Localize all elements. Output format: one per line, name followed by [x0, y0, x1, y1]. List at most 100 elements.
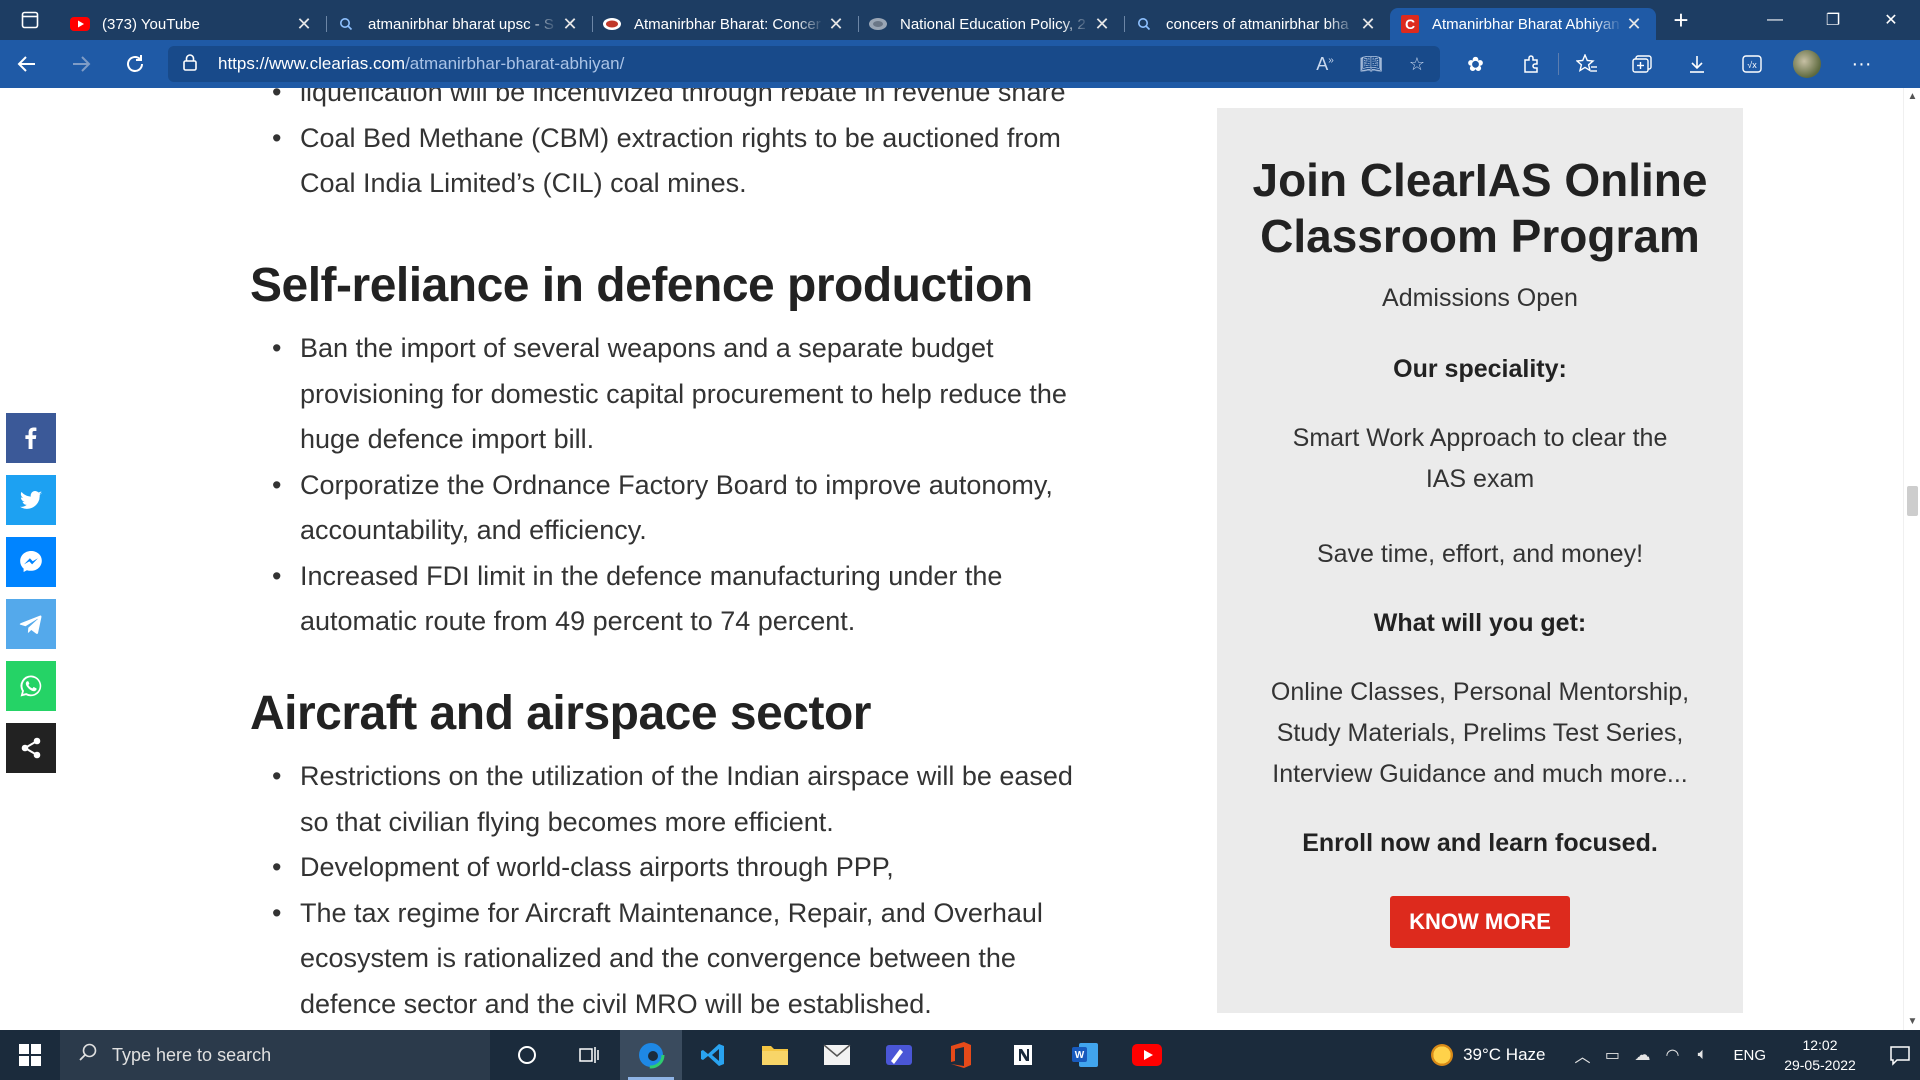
tab-actions-icon — [21, 11, 39, 29]
whiteboard-app[interactable] — [868, 1030, 930, 1080]
minimize-icon[interactable]: — — [1746, 0, 1804, 40]
url-host: https://www.clearias.com — [218, 54, 406, 73]
browser-tab-active[interactable]: C Atmanirbhar Bharat Abhiyan ✕ — [1390, 8, 1656, 40]
site-icon — [868, 14, 888, 34]
new-tab-button[interactable]: + — [1656, 0, 1706, 40]
share-icon — [21, 737, 41, 759]
browser-tab[interactable]: National Education Policy, 2 ✕ — [858, 8, 1124, 40]
language-indicator[interactable]: ENG — [1733, 1047, 1766, 1064]
wifi-icon[interactable]: ◠ — [1659, 1045, 1685, 1065]
tab-close-icon[interactable]: ✕ — [824, 14, 848, 35]
vscode-icon — [701, 1044, 724, 1066]
file-explorer-app[interactable] — [744, 1030, 806, 1080]
start-button[interactable] — [0, 1030, 60, 1080]
edge-app[interactable] — [620, 1030, 682, 1080]
task-view-icon — [579, 1047, 599, 1063]
youtube-icon — [1132, 1044, 1162, 1066]
taskbar-search-box[interactable]: Type here to search — [60, 1030, 490, 1080]
mail-icon — [823, 1044, 851, 1065]
know-more-button[interactable]: KNOW MORE — [1390, 896, 1570, 948]
speciality-label: Our speciality: — [1393, 355, 1567, 383]
windows-logo-icon — [19, 1044, 41, 1066]
task-view-icon-button[interactable] — [558, 1030, 620, 1080]
extensions-puzzle-icon[interactable] — [1503, 40, 1558, 88]
notion-app[interactable] — [992, 1030, 1054, 1080]
facebook-share-button[interactable] — [6, 413, 56, 463]
twitter-icon — [20, 491, 42, 509]
downloads-icon[interactable] — [1669, 40, 1724, 88]
page-scrollbar[interactable]: ▲ ▼ — [1903, 88, 1920, 1030]
browser-tab[interactable]: concers of atmanirbhar bha ✕ — [1124, 8, 1390, 40]
vscode-app[interactable] — [682, 1030, 744, 1080]
refresh-icon — [127, 55, 143, 72]
close-window-icon[interactable]: ✕ — [1862, 0, 1920, 40]
tab-close-icon[interactable]: ✕ — [292, 14, 316, 35]
read-aloud-icon[interactable]: A» — [1302, 54, 1348, 75]
svg-text:C: C — [1405, 16, 1415, 32]
tab-actions-menu-button[interactable] — [0, 0, 60, 40]
favorites-icon[interactable] — [1559, 40, 1614, 88]
tab-close-icon[interactable]: ✕ — [1090, 14, 1114, 35]
back-button[interactable] — [0, 40, 54, 88]
scrollbar-thumb[interactable] — [1907, 486, 1918, 516]
tab-title: National Education Policy, 2 — [900, 15, 1086, 33]
benefits-text: Online Classes, Personal Mentorship, Stu… — [1270, 678, 1690, 788]
math-solver-icon[interactable]: √x — [1724, 40, 1779, 88]
restore-icon[interactable]: ❐ — [1804, 0, 1862, 40]
scroll-up-icon[interactable]: ▲ — [1904, 88, 1920, 105]
tab-title: atmanirbhar bharat upsc - S — [368, 15, 554, 33]
tab-title: Atmanirbhar Bharat Abhiyan — [1432, 15, 1620, 33]
list-item: Corporatize the Ordnance Factory Board t… — [272, 463, 1080, 554]
promo-subtitle: Admissions Open — [1382, 284, 1578, 312]
article-content: liquefication will be incentivized throu… — [250, 88, 1080, 1027]
tab-close-icon[interactable]: ✕ — [1622, 14, 1646, 35]
scroll-down-icon[interactable]: ▼ — [1904, 1013, 1920, 1030]
forward-button[interactable] — [54, 40, 108, 88]
clock[interactable]: 12:02 29-05-2022 — [1780, 1035, 1860, 1075]
list-item: Ban the import of several weapons and a … — [272, 326, 1080, 463]
list-item: Restrictions on the utilization of the I… — [272, 754, 1080, 845]
tab-close-icon[interactable]: ✕ — [1356, 14, 1380, 35]
svg-text:√x: √x — [1747, 60, 1757, 70]
onedrive-icon[interactable]: ☁ — [1629, 1045, 1655, 1065]
bullet-list: liquefication will be incentivized throu… — [250, 88, 1080, 207]
notification-center-button[interactable] — [1880, 1030, 1920, 1080]
messenger-share-button[interactable] — [6, 537, 56, 587]
whatsapp-share-button[interactable] — [6, 661, 56, 711]
task-view-button[interactable] — [496, 1030, 558, 1080]
volume-icon[interactable]: 🔈︎ — [1689, 1046, 1715, 1064]
add-favorite-icon[interactable]: ☆ — [1394, 54, 1440, 75]
url-path: /atmanirbhar-bharat-abhiyan/ — [405, 54, 625, 73]
weather-widget[interactable]: 39°C Haze — [1431, 1044, 1545, 1066]
telegram-share-button[interactable] — [6, 599, 56, 649]
extension-icon[interactable]: ✿ — [1448, 40, 1503, 88]
profile-button[interactable] — [1779, 40, 1834, 88]
twitter-share-button[interactable] — [6, 475, 56, 525]
refresh-button[interactable] — [108, 40, 162, 88]
immersive-reader-icon[interactable]: 📖︎ — [1348, 54, 1394, 75]
settings-more-icon[interactable]: ··· — [1834, 40, 1889, 88]
browser-tab[interactable]: (373) YouTube ✕ — [60, 8, 326, 40]
youtube-app[interactable] — [1116, 1030, 1178, 1080]
address-bar[interactable]: https://www.clearias.com/atmanirbhar-bha… — [168, 46, 1440, 82]
browser-tab[interactable]: atmanirbhar bharat upsc - S ✕ — [326, 8, 592, 40]
collections-icon[interactable] — [1614, 40, 1669, 88]
whatsapp-icon — [20, 675, 42, 697]
office-app[interactable] — [930, 1030, 992, 1080]
lock-icon[interactable] — [182, 53, 204, 76]
mail-app[interactable] — [806, 1030, 868, 1080]
browser-tab[interactable]: Atmanirbhar Bharat: Concer ✕ — [592, 8, 858, 40]
battery-charging-icon[interactable]: ▭ — [1599, 1045, 1625, 1065]
more-share-button[interactable] — [6, 723, 56, 773]
chevron-up-icon[interactable]: ︿ — [1569, 1043, 1595, 1067]
svg-text:W: W — [1075, 1050, 1085, 1061]
window-controls: — ❐ ✕ — [1746, 0, 1920, 40]
tab-close-icon[interactable]: ✕ — [558, 14, 582, 35]
web-page: liquefication will be incentivized throu… — [0, 88, 1903, 1030]
windows-taskbar: Type here to search W 39°C Haze ︿ ▭ ☁ ◠ … — [0, 1030, 1920, 1080]
site-icon — [602, 14, 622, 34]
list-item: Development of world-class airports thro… — [272, 845, 1080, 891]
bullet-list: Ban the import of several weapons and a … — [250, 326, 1080, 645]
word-app[interactable]: W — [1054, 1030, 1116, 1080]
cortana-circle-icon — [518, 1046, 536, 1064]
